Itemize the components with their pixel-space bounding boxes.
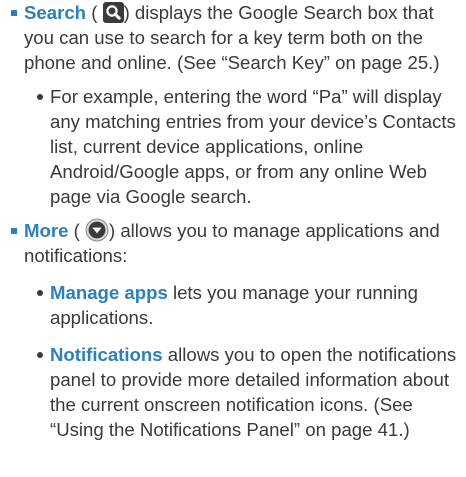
paren-open: ( xyxy=(68,220,80,241)
manual-page: Search ( ) displays the Google Search bo… xyxy=(0,0,466,477)
term-more: More xyxy=(24,220,69,241)
term-notifications: Notifications xyxy=(50,344,163,365)
square-bullet xyxy=(11,228,17,234)
search-example-text: For example, entering the word “Pa” will… xyxy=(50,86,456,207)
term-search: Search xyxy=(24,2,87,23)
round-bullet xyxy=(37,352,43,358)
term-manage-apps: Manage apps xyxy=(50,282,168,303)
round-bullet xyxy=(37,290,43,296)
more-icon xyxy=(85,218,109,242)
list-item-manage-apps: Manage apps lets you manage your running… xyxy=(0,280,466,330)
search-icon xyxy=(102,2,124,23)
paren-open: ( xyxy=(86,2,98,23)
list-item-more: More ( ) allows you to manage applicatio… xyxy=(0,218,466,268)
round-bullet xyxy=(37,94,43,100)
square-bullet xyxy=(11,10,17,16)
list-item-notifications: Notifications allows you to open the not… xyxy=(0,342,466,442)
list-item-search-example: For example, entering the word “Pa” will… xyxy=(0,84,466,209)
list-item-search: Search ( ) displays the Google Search bo… xyxy=(0,0,466,75)
